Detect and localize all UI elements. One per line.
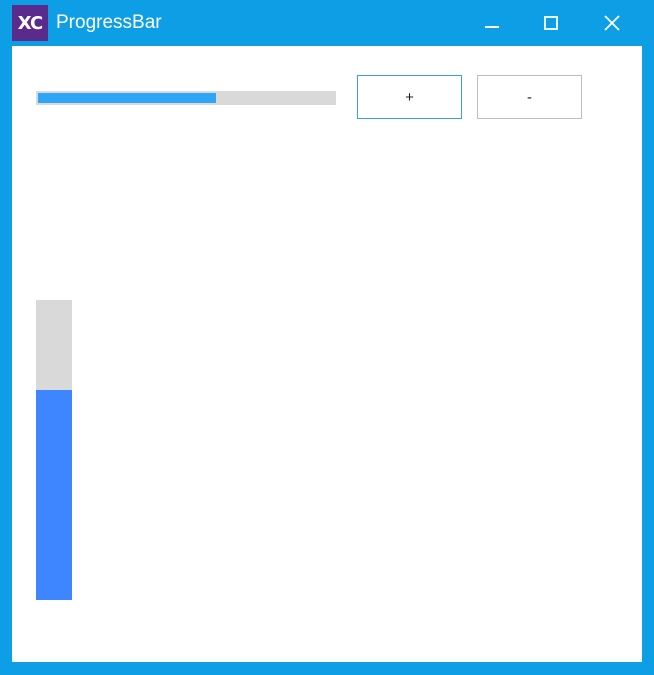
close-button[interactable]: [583, 0, 641, 46]
window-title: ProgressBar: [56, 12, 162, 33]
vertical-progress-fill: [36, 390, 72, 600]
app-logo: XC: [12, 5, 48, 41]
minimize-button[interactable]: [463, 0, 521, 46]
app-window: XC ProgressBar + -: [0, 0, 654, 675]
maximize-icon: [544, 16, 558, 30]
close-icon: [604, 15, 620, 31]
horizontal-progress-fill: [38, 93, 216, 103]
decrease-button[interactable]: -: [477, 75, 582, 119]
vertical-progress-bar: [36, 300, 72, 600]
increase-button[interactable]: +: [357, 75, 462, 119]
minimize-icon: [485, 26, 499, 28]
title-bar[interactable]: XC ProgressBar: [0, 0, 654, 46]
client-area: + -: [12, 46, 642, 662]
horizontal-progress-bar: [36, 91, 336, 105]
maximize-button[interactable]: [522, 0, 580, 46]
